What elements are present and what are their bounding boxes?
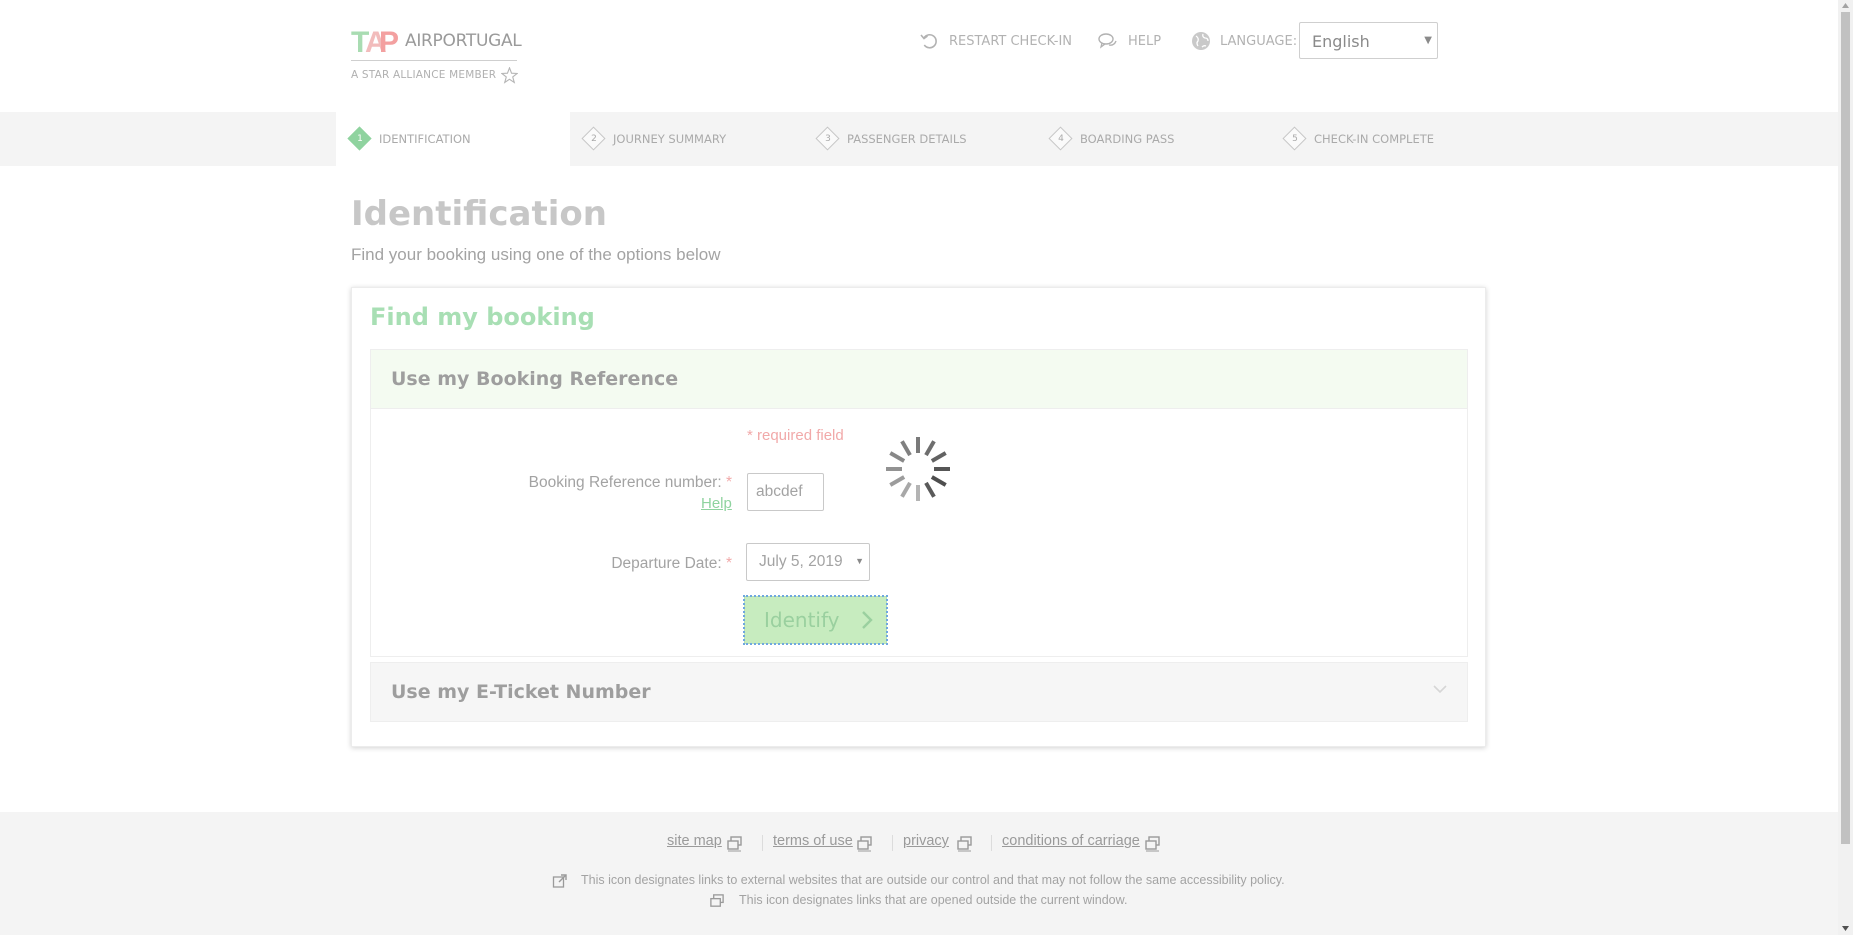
- new-window-icon: [727, 836, 742, 852]
- scroll-up-arrow-icon[interactable]: [1841, 2, 1850, 10]
- step-label: CHECK-IN COMPLETE: [1314, 132, 1435, 146]
- footer-link-privacy[interactable]: privacy: [903, 833, 949, 849]
- departure-date-value: July 5, 2019: [759, 553, 843, 570]
- new-window-icon: [957, 836, 972, 852]
- language-select[interactable]: English ▼: [1299, 22, 1438, 59]
- accordion-title: Use my E-Ticket Number: [391, 681, 651, 703]
- step-diamond-icon: 5: [1282, 126, 1308, 152]
- booking-ref-value: abcdef: [756, 483, 803, 500]
- step-label: BOARDING PASS: [1080, 132, 1175, 146]
- eticket-accordion-header[interactable]: Use my E-Ticket Number: [370, 662, 1468, 722]
- language-label: LANGUAGE:: [1190, 30, 1297, 52]
- external-link-note: This icon designates links to external w…: [581, 873, 1285, 887]
- loading-spinner-icon: [886, 437, 950, 501]
- step-journey-summary: 2 JOURNEY SUMMARY: [581, 126, 727, 152]
- footer-link-site-map[interactable]: site map: [667, 833, 722, 849]
- step-diamond-icon: 1: [347, 126, 373, 152]
- step-label: PASSENGER DETAILS: [847, 132, 967, 146]
- accordion-title: Use my Booking Reference: [391, 368, 679, 390]
- chevron-down-icon: ▼: [1424, 35, 1432, 46]
- chevron-down-icon: ▼: [855, 556, 864, 566]
- identify-label: Identify: [764, 608, 840, 632]
- chevron-down-icon[interactable]: [1432, 681, 1448, 697]
- scrollbar-thumb[interactable]: [1841, 12, 1850, 844]
- departure-date-label: Departure Date: *: [611, 555, 732, 572]
- restart-icon: [920, 33, 937, 49]
- step-label: IDENTIFICATION: [379, 132, 471, 146]
- restart-label: RESTART CHECK-IN: [949, 33, 1073, 49]
- globe-icon: [1192, 32, 1210, 50]
- step-diamond-icon: 2: [581, 126, 607, 152]
- external-link-icon: [552, 874, 567, 888]
- booking-ref-help-link[interactable]: Help: [701, 495, 732, 512]
- step-label: JOURNEY SUMMARY: [613, 132, 727, 146]
- new-window-icon: [710, 894, 724, 907]
- booking-ref-label: Booking Reference number: *: [528, 474, 732, 491]
- restart-checkin-link[interactable]: RESTART CHECK-IN: [918, 30, 1072, 52]
- star-alliance-icon: [501, 67, 518, 84]
- chat-help-icon: [1098, 33, 1117, 49]
- step-identification: 1 IDENTIFICATION: [347, 126, 471, 152]
- new-window-icon: [1145, 836, 1160, 852]
- footer-divider: [762, 835, 763, 851]
- required-field-note: * required field: [747, 427, 844, 444]
- chevron-right-icon: [861, 611, 873, 629]
- new-window-icon: [857, 836, 872, 852]
- step-diamond-icon: 4: [1048, 126, 1074, 152]
- help-link[interactable]: HELP: [1097, 30, 1161, 52]
- step-boarding-pass: 4 BOARDING PASS: [1048, 126, 1175, 152]
- svg-text:P: P: [379, 26, 399, 56]
- panel-title: Find my booking: [370, 303, 595, 331]
- language-label-text: LANGUAGE:: [1220, 33, 1298, 49]
- departure-date-select[interactable]: July 5, 2019 ▼: [746, 543, 870, 581]
- language-value: English: [1312, 32, 1370, 51]
- alliance-text: A STAR ALLIANCE MEMBER: [351, 69, 497, 81]
- page-title: Identification: [351, 194, 607, 234]
- step-diamond-icon: 3: [815, 126, 841, 152]
- footer-link-conditions-of-carriage[interactable]: conditions of carriage: [1002, 833, 1140, 849]
- required-marker: *: [725, 555, 732, 572]
- identify-button[interactable]: Identify: [743, 595, 888, 645]
- page-subtitle: Find your booking using one of the optio…: [351, 245, 721, 264]
- booking-reference-accordion-header[interactable]: Use my Booking Reference: [370, 349, 1468, 409]
- booking-ref-input[interactable]: abcdef: [747, 473, 824, 511]
- footer-divider: [991, 835, 992, 851]
- tap-logo-mark[interactable]: T A P: [351, 26, 399, 56]
- scroll-down-arrow-icon[interactable]: [1841, 924, 1850, 932]
- help-label: HELP: [1128, 33, 1162, 49]
- footer-divider: [892, 835, 893, 851]
- new-window-note: This icon designates links that are open…: [739, 893, 1128, 907]
- footer-link-terms-of-use[interactable]: terms of use: [773, 833, 853, 849]
- logo-divider: [351, 60, 517, 61]
- required-marker: *: [725, 474, 732, 491]
- step-checkin-complete: 5 CHECK-IN COMPLETE: [1282, 126, 1435, 152]
- airline-name: AIRPORTUGAL: [405, 31, 522, 51]
- step-passenger-details: 3 PASSENGER DETAILS: [815, 126, 967, 152]
